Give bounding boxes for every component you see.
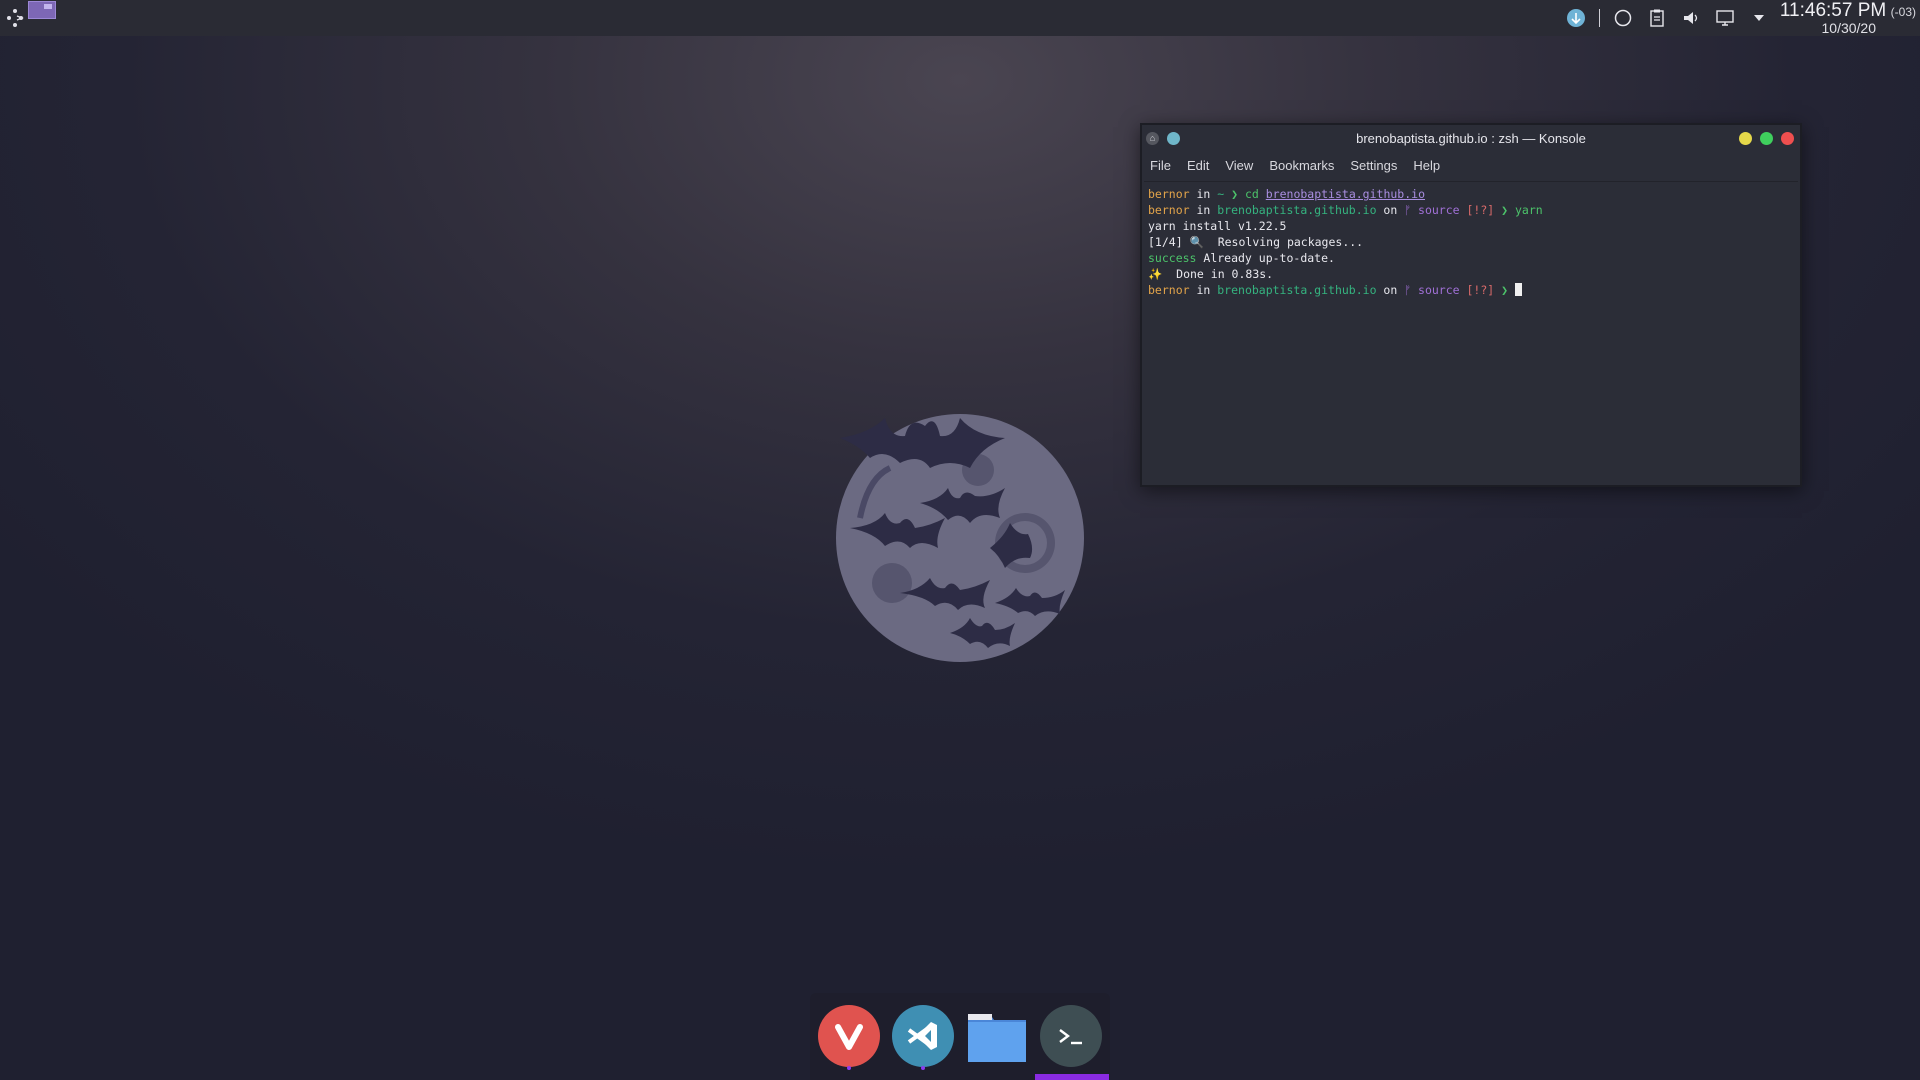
prompt-in: in [1189,203,1218,217]
git-branch: ᚠ source [1404,283,1460,297]
running-indicator [921,1066,925,1070]
konsole-terminal-icon[interactable] [1040,1005,1102,1067]
menu-settings[interactable]: Settings [1350,158,1405,173]
menu-file[interactable]: File [1150,158,1179,173]
menu-help[interactable]: Help [1413,158,1448,173]
prompt-arrow: ❯ [1224,187,1245,201]
terminal-line: bernor in ~ ❯ cd brenobaptista.github.io [1148,186,1794,202]
prompt-in: in [1189,283,1218,297]
prompt-on: on [1376,203,1405,217]
clipboard-icon[interactable] [1646,7,1668,29]
dock [810,993,1110,1080]
vscode-icon[interactable] [892,1005,954,1070]
prompt-dir: brenobaptista.github.io [1217,203,1377,217]
clock-date: 10/30/20 [1821,20,1877,36]
terminal-line: yarn install v1.22.5 [1148,219,1287,233]
menu-bookmarks[interactable]: Bookmarks [1269,158,1342,173]
menu-edit[interactable]: Edit [1187,158,1217,173]
success-message: Already up-to-date. [1196,251,1335,265]
menu-view[interactable]: View [1225,158,1261,173]
digital-clock[interactable]: 11:46:57 PM (-03) 10/30/20 [1780,1,1916,35]
network-manager-icon[interactable] [1565,7,1587,29]
terminal-line: bernor in brenobaptista.github.io on ᚠ s… [1148,202,1794,218]
git-status: [!?] [1459,283,1495,297]
prompt-arrow: ❯ [1494,203,1515,217]
terminal-line: ✨ Done in 0.83s. [1148,267,1274,281]
terminal-area[interactable]: bernor in ~ ❯ cd brenobaptista.github.io… [1144,181,1798,483]
tray-separator [1599,9,1600,27]
prompt-user: bernor [1148,283,1190,297]
terminal-cursor [1514,283,1522,296]
terminal-line: [1/4] 🔍 Resolving packages... [1148,235,1364,249]
top-panel: 11:46:57 PM (-03) 10/30/20 [0,0,1920,36]
git-status: [!?] [1459,203,1495,217]
terminal-line: bernor in brenobaptista.github.io on ᚠ s… [1148,282,1794,298]
prompt-on: on [1376,283,1405,297]
prompt-user: bernor [1148,187,1190,201]
vivaldi-browser-icon[interactable] [818,1005,880,1070]
prompt-in: in [1189,187,1218,201]
display-icon[interactable] [1714,7,1736,29]
success-label: success [1148,251,1197,265]
file-manager-icon[interactable] [966,1005,1028,1067]
system-tray [1565,6,1770,30]
prompt-user: bernor [1148,203,1190,217]
prompt-arrow: ❯ [1494,283,1515,297]
command-text: yarn [1514,203,1543,217]
window-title: brenobaptista.github.io : zsh — Konsole [1356,131,1586,146]
active-window-indicator [1035,1074,1109,1080]
command-text: cd [1244,187,1266,201]
terminal-line: success Already up-to-date. [1148,250,1794,266]
clock-timezone: (-03) [1890,5,1916,19]
app-launcher-icon[interactable] [4,7,26,29]
wallpaper-moon-bats-logo [836,414,1084,662]
maximize-button[interactable] [1760,132,1773,145]
running-indicator [847,1066,851,1070]
window-titlebar[interactable]: ⌂ brenobaptista.github.io : zsh — Konsol… [1142,125,1800,153]
minimize-button[interactable] [1739,132,1752,145]
git-branch: ᚠ source [1404,203,1460,217]
konsole-window[interactable]: ⌂ brenobaptista.github.io : zsh — Konsol… [1140,123,1802,487]
close-button[interactable] [1781,132,1794,145]
clock-time: 11:46:57 PM [1779,0,1887,21]
tray-expand-icon[interactable] [1748,7,1770,29]
prompt-dir: brenobaptista.github.io [1217,283,1377,297]
command-arg: brenobaptista.github.io [1265,187,1425,201]
status-circle-icon[interactable] [1612,7,1634,29]
volume-icon[interactable] [1680,7,1702,29]
virtual-desktop-pager[interactable] [28,1,56,19]
menubar: File Edit View Bookmarks Settings Help [1142,153,1800,177]
